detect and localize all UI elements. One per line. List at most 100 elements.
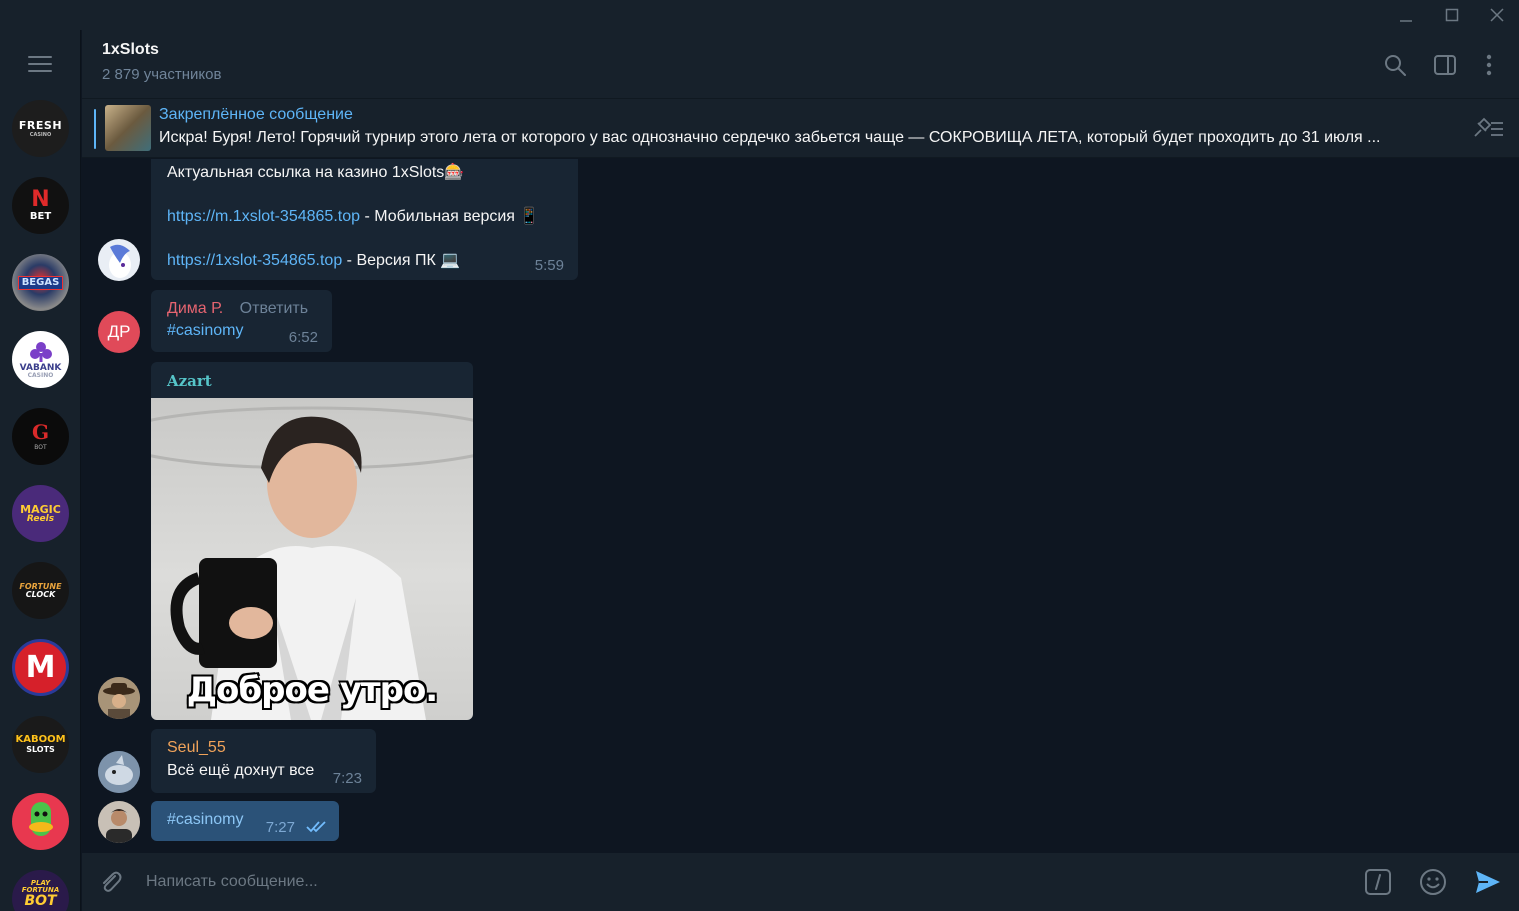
rail-chat-vabank[interactable]: VABANK CASINO xyxy=(12,331,69,388)
user-avatar-icon xyxy=(98,801,140,843)
pinned-message[interactable]: Закреплённое сообщение Искра! Буря! Лето… xyxy=(82,98,1519,158)
avatar-pony[interactable] xyxy=(98,239,140,281)
rail-chat-label: N xyxy=(31,187,50,212)
rail-chat-m-casino[interactable]: M xyxy=(12,639,69,696)
gif-caption: Доброе утро. xyxy=(186,670,438,710)
maximize-button[interactable] xyxy=(1429,0,1475,30)
chat-title: 1xSlots xyxy=(102,41,159,58)
author-name[interactable]: Seul_55 xyxy=(167,739,226,757)
avatar-seul[interactable] xyxy=(98,751,140,793)
avatar-self[interactable] xyxy=(98,801,140,843)
rail-chat-sub: BET xyxy=(29,211,52,222)
hashtag-link[interactable]: #casinomy xyxy=(167,811,243,829)
author-name[interactable]: Дима Р. xyxy=(167,300,223,317)
pinned-thumbnail xyxy=(105,105,151,151)
avatar-initials: ДР xyxy=(107,322,131,341)
rail-chat-g-bot[interactable]: G BOT xyxy=(12,408,69,465)
mobile-link[interactable]: https://m.1xslot-354865.top xyxy=(167,208,360,225)
avatar-azart[interactable] xyxy=(98,677,140,719)
message-input[interactable] xyxy=(146,867,1346,897)
rail-chat-label: M xyxy=(25,649,56,685)
paperclip-icon xyxy=(103,871,122,892)
author-name[interactable]: Azart xyxy=(167,372,212,390)
double-check-icon xyxy=(306,821,326,833)
pinned-text: Искра! Буря! Лето! Горячий турнир этого … xyxy=(159,129,1381,146)
pc-link-desc: - Версия ПК 💻 xyxy=(342,252,461,269)
mobile-link-desc: - Мобильная версия 📱 xyxy=(360,208,540,225)
more-options-button[interactable] xyxy=(1474,50,1504,80)
title-bar xyxy=(0,0,1519,30)
message-bubble-gif[interactable]: Azart Доброе утро. xyxy=(151,362,473,720)
rail-chat-sub: SLOTS xyxy=(26,745,55,754)
sidebar-icon xyxy=(1434,55,1456,75)
maximize-icon xyxy=(1445,8,1459,22)
close-window-button[interactable] xyxy=(1474,0,1519,30)
rail-chat-sub: BOT xyxy=(34,444,47,451)
rail-chat-sub: BOT xyxy=(24,892,57,909)
message-text: Всё ещё дохнут все xyxy=(167,762,315,779)
rail-chat-label: MAGIC xyxy=(20,502,61,516)
rail-chat-begas[interactable]: BEGAS xyxy=(12,254,69,311)
message-bubble-links[interactable]: Актуальная ссылка на казино 1xSlots🎰 htt… xyxy=(151,159,578,280)
chat-rail: FRESH CASINO N BET BEGAS VABANK CASINO G… xyxy=(0,30,81,911)
minimize-icon xyxy=(1400,20,1412,22)
avatar-dima[interactable]: ДР xyxy=(98,311,140,353)
message-time: 7:27 xyxy=(265,819,295,836)
message-line: https://1xslot-354865.top - Версия ПК 💻 xyxy=(167,250,460,270)
minimize-button[interactable] xyxy=(1383,0,1429,30)
search-button[interactable] xyxy=(1380,50,1410,80)
rail-chat-label: BEGAS xyxy=(17,275,64,290)
rail-chat-label: FRESH xyxy=(18,118,63,132)
hashtag-link[interactable]: #casinomy xyxy=(167,322,243,340)
rail-chat-nbet[interactable]: N BET xyxy=(12,177,69,234)
message-bubble-seul[interactable]: Seul_55 Всё ещё дохнут все 7:23 xyxy=(151,729,376,793)
message-list[interactable]: Актуальная ссылка на казино 1xSlots🎰 htt… xyxy=(82,159,1519,852)
message-line: https://m.1xslot-354865.top - Мобильная … xyxy=(167,206,539,226)
gif-media[interactable]: Доброе утро. xyxy=(151,398,473,720)
rail-chat-label: KABOOM xyxy=(15,734,66,745)
message-header: Дима Р. Ответить xyxy=(167,300,308,318)
message-text: Актуальная ссылка на казино 1xSlots🎰 xyxy=(167,164,465,181)
pc-link[interactable]: https://1xslot-354865.top xyxy=(167,252,342,269)
message-time: 7:23 xyxy=(332,770,362,787)
message-time: 6:52 xyxy=(288,329,318,346)
rail-chat-kaboom-slots[interactable]: KABOOM SLOTS xyxy=(12,716,69,773)
chat-header[interactable]: 1xSlots 2 879 участников xyxy=(82,30,1519,98)
sidebar-toggle-button[interactable] xyxy=(1430,50,1460,80)
search-icon xyxy=(1385,55,1406,76)
rail-chat-fortune-clock[interactable]: FORTUNE CLOCK xyxy=(12,562,69,619)
slash-command-icon xyxy=(1365,869,1391,895)
rail-chat-magic-reels[interactable]: MAGIC Reels xyxy=(12,485,69,542)
duck-icon xyxy=(28,801,53,836)
rail-chat-label: PLAY FORTUNA xyxy=(21,878,60,894)
message-bubble-dima[interactable]: Дима Р. Ответить #casinomy 6:52 xyxy=(151,290,332,352)
bot-commands-button[interactable] xyxy=(1363,867,1393,897)
reply-button[interactable]: Ответить xyxy=(240,300,308,317)
pinned-accent-bar xyxy=(94,109,96,149)
club-icon xyxy=(29,341,52,362)
rail-chat-fresh[interactable]: FRESH CASINO xyxy=(12,100,69,157)
pin-list-icon xyxy=(1474,117,1503,137)
more-vertical-icon xyxy=(1486,54,1492,76)
rail-chat-sub: CASINO xyxy=(29,131,52,138)
rail-chat-sub: CASINO xyxy=(27,371,54,379)
shark-avatar-icon xyxy=(98,751,140,793)
rail-chat-play-fortuna-bot[interactable]: PLAY FORTUNA BOT xyxy=(12,870,69,911)
hamburger-icon-line xyxy=(28,56,52,58)
hamburger-icon-line xyxy=(28,63,52,65)
message-bubble-outgoing[interactable]: #casinomy 7:27 xyxy=(151,801,339,841)
attach-button[interactable] xyxy=(96,867,126,897)
message-composer xyxy=(82,853,1519,911)
close-icon xyxy=(1490,8,1504,22)
send-icon xyxy=(1476,871,1500,893)
send-button[interactable] xyxy=(1473,867,1503,897)
member-count: 2 879 участников xyxy=(102,66,222,83)
rail-chat-duck[interactable] xyxy=(12,793,69,850)
pony-avatar-icon xyxy=(109,244,131,278)
emoji-button[interactable] xyxy=(1418,867,1448,897)
pinned-list-button[interactable] xyxy=(1471,114,1505,142)
smile-icon xyxy=(1420,869,1446,895)
rail-chat-label: G xyxy=(31,420,50,444)
menu-button[interactable] xyxy=(19,50,61,78)
rail-chat-sub: CLOCK xyxy=(25,589,56,599)
